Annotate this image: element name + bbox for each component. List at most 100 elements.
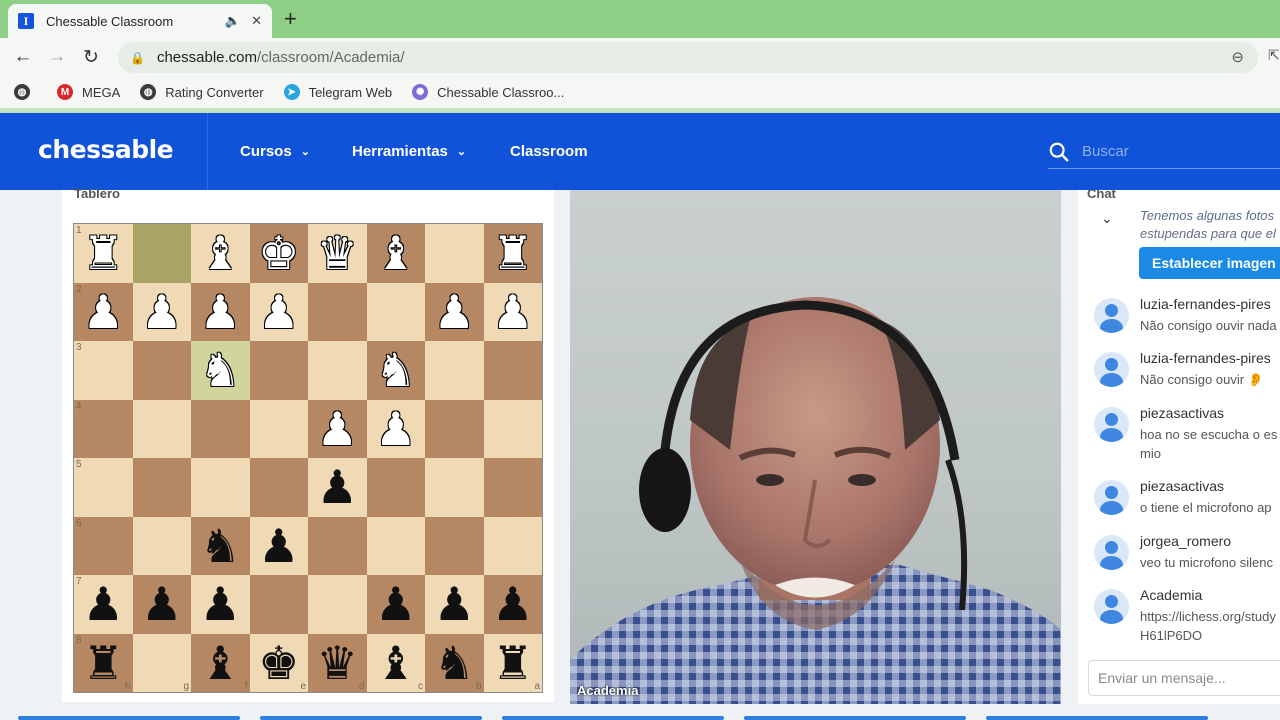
search-icon[interactable]: [1048, 141, 1070, 163]
board-square[interactable]: ♟: [425, 282, 484, 341]
bookmark-telegram[interactable]: ➤ Telegram Web: [283, 84, 392, 100]
board-square[interactable]: [366, 282, 425, 341]
board-square[interactable]: f ♝: [191, 633, 250, 692]
board-square[interactable]: [483, 516, 542, 575]
board-square[interactable]: [483, 399, 542, 458]
new-tab-icon[interactable]: +: [284, 6, 297, 32]
board-square[interactable]: [483, 341, 542, 400]
address-bar[interactable]: 🔒 chessable.com/classroom/Academia/ ⊖: [118, 42, 1258, 73]
white-king-icon[interactable]: ♚: [258, 230, 299, 276]
bottom-card[interactable]: [18, 716, 240, 720]
chess-board[interactable]: 1 ♜ ♝ ♚ ♛ ♝ ♜ 2 ♟ ♟ ♟ ♟ ♟ ♟ 3 ♞ ♞ 4 ♟ ♟ 5 ♟ 6 ♞ ♟ 7 ♟ ♟ ♟ ♟ ♟ ♟ 8 h ♜ g f ♝ e ♚…: [73, 223, 543, 693]
white-pawn-icon[interactable]: ♟: [492, 289, 533, 335]
board-square[interactable]: ♚: [249, 224, 308, 283]
nav-cursos[interactable]: Cursos ⌄: [240, 143, 310, 160]
board-square[interactable]: [366, 516, 425, 575]
chat-text[interactable]: https://lichess.org/study H61lP6DO: [1140, 607, 1276, 645]
white-queen-icon[interactable]: ♛: [317, 230, 358, 276]
board-square[interactable]: [249, 399, 308, 458]
board-square[interactable]: ♟: [483, 575, 542, 634]
board-square[interactable]: [132, 224, 191, 283]
board-square[interactable]: ♟: [308, 458, 367, 517]
black-pawn-icon[interactable]: ♟: [83, 581, 124, 627]
black-pawn-icon[interactable]: ♟: [258, 523, 299, 569]
board-square[interactable]: ♟: [425, 575, 484, 634]
board-square[interactable]: g: [132, 633, 191, 692]
board-square[interactable]: 4: [74, 399, 133, 458]
black-king-icon[interactable]: ♚: [258, 640, 299, 686]
board-square[interactable]: [425, 399, 484, 458]
board-square[interactable]: [249, 458, 308, 517]
bookmark-rating-converter[interactable]: ◍ Rating Converter: [140, 84, 264, 100]
board-square[interactable]: 5: [74, 458, 133, 517]
bookmark-globe[interactable]: ◍: [14, 84, 39, 100]
board-square[interactable]: ♟: [132, 575, 191, 634]
bottom-card[interactable]: [986, 716, 1208, 720]
set-image-button[interactable]: Establecer imagen de: [1139, 247, 1280, 279]
white-bishop-icon[interactable]: ♝: [200, 230, 241, 276]
white-rook-icon[interactable]: ♜: [492, 230, 533, 276]
board-square[interactable]: [425, 224, 484, 283]
board-square[interactable]: [191, 399, 250, 458]
board-square[interactable]: 2 ♟: [74, 282, 133, 341]
board-square[interactable]: ♟: [191, 282, 250, 341]
white-pawn-icon[interactable]: ♟: [258, 289, 299, 335]
zoom-icon[interactable]: ⊖: [1231, 48, 1244, 66]
board-square[interactable]: [132, 458, 191, 517]
lock-icon[interactable]: 🔒: [130, 51, 145, 65]
bottom-card[interactable]: [260, 716, 482, 720]
search-input[interactable]: [1082, 143, 1262, 160]
board-square[interactable]: 6: [74, 516, 133, 575]
board-square[interactable]: ♞: [191, 516, 250, 575]
speaker-icon[interactable]: 🔈: [225, 13, 241, 29]
board-square[interactable]: ♟: [191, 575, 250, 634]
board-square[interactable]: [425, 516, 484, 575]
black-bishop-icon[interactable]: ♝: [375, 640, 416, 686]
board-square[interactable]: 8 h ♜: [74, 633, 133, 692]
white-pawn-icon[interactable]: ♟: [200, 289, 241, 335]
board-square[interactable]: ♟: [366, 399, 425, 458]
white-pawn-icon[interactable]: ♟: [434, 289, 475, 335]
board-square[interactable]: [308, 341, 367, 400]
black-pawn-icon[interactable]: ♟: [375, 581, 416, 627]
black-knight-icon[interactable]: ♞: [434, 640, 475, 686]
board-square[interactable]: ♟: [308, 399, 367, 458]
close-tab-icon[interactable]: ✕: [251, 13, 262, 29]
bottom-card[interactable]: [502, 716, 724, 720]
black-pawn-icon[interactable]: ♟: [434, 581, 475, 627]
nav-herramientas[interactable]: Herramientas ⌄: [352, 143, 466, 160]
board-square[interactable]: [366, 458, 425, 517]
white-pawn-icon[interactable]: ♟: [317, 406, 358, 452]
board-square[interactable]: [132, 516, 191, 575]
chat-username[interactable]: Academia: [1140, 587, 1202, 603]
chessable-logo[interactable]: chessable: [38, 135, 174, 164]
white-pawn-icon[interactable]: ♟: [141, 289, 182, 335]
board-square[interactable]: [132, 399, 191, 458]
board-square[interactable]: [483, 458, 542, 517]
board-square[interactable]: ♟: [249, 282, 308, 341]
board-square[interactable]: e ♚: [249, 633, 308, 692]
black-pawn-icon[interactable]: ♟: [492, 581, 533, 627]
nav-classroom[interactable]: Classroom: [510, 143, 588, 160]
board-square[interactable]: ♟: [366, 575, 425, 634]
board-square[interactable]: c ♝: [366, 633, 425, 692]
white-bishop-icon[interactable]: ♝: [375, 230, 416, 276]
white-rook-icon[interactable]: ♜: [83, 230, 124, 276]
black-bishop-icon[interactable]: ♝: [200, 640, 241, 686]
board-square[interactable]: [249, 575, 308, 634]
chat-username[interactable]: jorgea_romero: [1140, 533, 1231, 549]
board-square[interactable]: ♜: [483, 224, 542, 283]
chat-message-input[interactable]: [1088, 660, 1280, 696]
chat-username[interactable]: piezasactivas: [1140, 405, 1224, 421]
board-square[interactable]: [191, 458, 250, 517]
board-square[interactable]: ♞: [191, 341, 250, 400]
chat-username[interactable]: piezasactivas: [1140, 478, 1224, 494]
board-square[interactable]: d ♛: [308, 633, 367, 692]
browser-tab[interactable]: I Chessable Classroom 🔈 ✕: [8, 4, 272, 38]
board-square[interactable]: [132, 341, 191, 400]
white-pawn-icon[interactable]: ♟: [83, 289, 124, 335]
board-square[interactable]: [308, 575, 367, 634]
board-square[interactable]: [308, 516, 367, 575]
bottom-card[interactable]: [744, 716, 966, 720]
black-rook-icon[interactable]: ♜: [83, 640, 124, 686]
